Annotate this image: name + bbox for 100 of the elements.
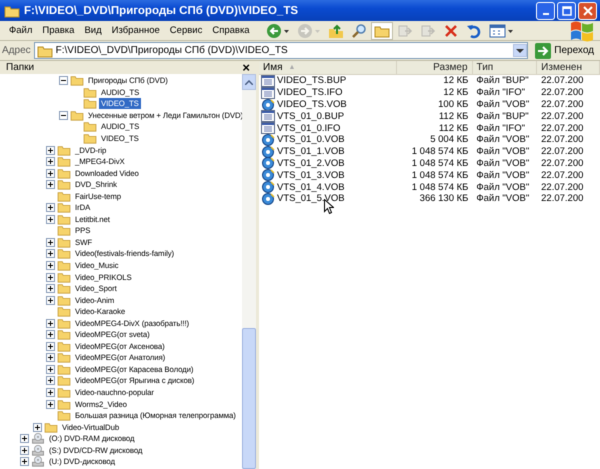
file-type-cell-text: Файл "VOB" — [475, 134, 530, 146]
file-type-cell-text: Файл "BUP" — [475, 110, 530, 122]
file-type-cell-text: Файл "VOB" — [475, 146, 530, 158]
minimize-button[interactable] — [536, 2, 555, 20]
close-button[interactable]: × — [242, 62, 250, 74]
file-date-cell-text: 22.07.200 — [540, 122, 584, 134]
menu-item[interactable]: Файл — [4, 25, 38, 36]
file-size-cell-text: 1 048 574 КБ — [410, 146, 470, 158]
file-date-cell-text: 22.07.200 — [540, 86, 584, 99]
file-size-cell-text: 12 КБ — [442, 75, 470, 87]
expand-icon[interactable] — [20, 446, 29, 455]
file-date-cell-text: 22.07.200 — [540, 98, 584, 110]
file-date-cell-text: 22.07.200 — [540, 192, 584, 205]
folder-icon — [36, 44, 53, 58]
expand-icon[interactable] — [46, 249, 55, 258]
menu-item[interactable]: Сервис — [164, 25, 208, 36]
file-type-cell-text: Файл "VOB" — [475, 192, 530, 205]
collapse-icon[interactable] — [59, 110, 68, 120]
file-date-cell-text: 22.07.200 — [540, 110, 584, 122]
expand-icon[interactable] — [46, 203, 55, 212]
menu-item[interactable]: Справка — [207, 25, 255, 36]
address-label: Адрес — [2, 45, 31, 56]
address-input[interactable]: F:\VIDEO\_DVD\Пригороды СПб (DVD)\VIDEO_TS — [52, 45, 514, 56]
expand-icon[interactable] — [46, 272, 55, 282]
close-button[interactable] — [578, 2, 597, 20]
expand-icon[interactable] — [20, 434, 29, 444]
file-date-cell-text: 22.07.200 — [540, 169, 584, 182]
address-field[interactable]: F:\VIDEO\_DVD\Пригороды СПб (DVD)\VIDEO_TS — [34, 42, 528, 59]
expand-icon[interactable] — [46, 364, 55, 374]
file-type-cell-text: Файл "VOB" — [475, 169, 530, 182]
file-date-cell-text: 22.07.200 — [540, 134, 584, 146]
file-name[interactable]: VIDEO_TS.VOB — [277, 98, 347, 110]
expand-icon[interactable] — [46, 296, 55, 305]
file-type-cell-text: Файл "IFO" — [475, 122, 526, 134]
file-size-cell-text: 366 130 КБ — [418, 192, 470, 205]
file-size-cell-text: 1 048 574 КБ — [410, 181, 470, 193]
column-header[interactable]: Размер — [433, 62, 468, 73]
file-type-cell-text: Файл "BUP" — [475, 75, 530, 87]
expand-icon[interactable] — [46, 168, 55, 178]
file-name[interactable]: VIDEO_TS.BUP — [277, 75, 346, 86]
file-size-cell-text: 5 004 КБ — [429, 134, 470, 146]
menu-item[interactable]: Вид — [79, 25, 107, 36]
scrollbar[interactable] — [242, 74, 256, 469]
column-header[interactable]: Имя — [263, 62, 282, 73]
expand-icon[interactable] — [46, 261, 55, 270]
file-date-cell-text: 22.07.200 — [540, 146, 584, 158]
expand-icon[interactable] — [46, 330, 55, 340]
file-name[interactable]: VTS_01_4.VOB — [277, 182, 345, 193]
folder-icon — [4, 4, 20, 18]
expand-icon[interactable] — [46, 180, 55, 190]
file-name[interactable]: VTS_01_5.VOB — [277, 193, 345, 204]
maximize-icon — [562, 6, 572, 16]
file-size-cell-text: 112 КБ — [438, 110, 470, 122]
collapse-icon[interactable] — [59, 76, 68, 86]
column-header[interactable]: Изменен — [541, 62, 582, 73]
expand-icon[interactable] — [46, 284, 55, 294]
windows-logo-icon — [568, 18, 596, 42]
expand-icon[interactable] — [46, 318, 55, 328]
file-type-cell-text: Файл "VOB" — [475, 181, 530, 193]
expand-icon[interactable] — [46, 238, 55, 247]
file-name[interactable]: VTS_01_0.VOB — [277, 134, 345, 146]
maximize-button[interactable] — [557, 2, 576, 20]
file-name[interactable]: VTS_01_0.BUP — [277, 110, 344, 122]
file-name[interactable]: VTS_01_1.VOB — [277, 146, 345, 158]
minimize-icon — [542, 12, 548, 14]
caret-icon — [516, 48, 524, 54]
file-date-cell-text: 22.07.200 — [540, 75, 584, 87]
file-date-cell-text: 22.07.200 — [540, 181, 584, 193]
expand-icon[interactable] — [33, 422, 42, 432]
dropdown-button[interactable] — [513, 44, 528, 57]
file-date-cell-text: 22.07.200 — [540, 158, 584, 170]
pane-title: Папки — [6, 62, 34, 73]
file-name[interactable]: VTS_01_2.VOB — [277, 158, 345, 169]
file-type-cell-text: Файл "IFO" — [475, 86, 526, 99]
menu-item[interactable]: Правка — [37, 25, 80, 36]
expand-icon[interactable] — [46, 146, 55, 155]
expand-icon[interactable] — [46, 342, 55, 351]
file-size-cell-text: 1 048 574 КБ — [410, 158, 470, 170]
window-title: F:\VIDEO\_DVD\Пригороды СПб (DVD)\VIDEO_TS — [24, 4, 300, 16]
file-size-cell-text: 112 КБ — [438, 122, 470, 134]
file-name[interactable]: VIDEO_TS.IFO — [277, 87, 342, 98]
file-size-cell-text: 100 КБ — [437, 98, 470, 110]
column-header[interactable]: Тип — [476, 62, 494, 73]
file-size-cell-text: 12 КБ — [442, 86, 470, 99]
go-button[interactable]: Переход — [531, 42, 598, 58]
menu-item[interactable]: Избранное — [106, 25, 165, 36]
folder-button[interactable] — [370, 22, 393, 40]
expand-icon[interactable] — [20, 457, 29, 466]
arrow-icon — [535, 42, 552, 58]
expand-icon[interactable] — [46, 214, 55, 224]
file-name[interactable]: VTS_01_0.IFO — [277, 122, 340, 134]
expand-icon[interactable] — [46, 400, 55, 409]
file-name[interactable]: VTS_01_3.VOB — [277, 170, 345, 181]
file-type-cell-text: Файл "VOB" — [475, 98, 530, 110]
expand-icon[interactable] — [46, 353, 55, 362]
expand-icon[interactable] — [46, 157, 55, 166]
file-type-cell-text: Файл "VOB" — [475, 158, 530, 170]
expand-icon[interactable] — [46, 388, 55, 398]
close-icon — [582, 6, 592, 16]
expand-icon[interactable] — [46, 376, 55, 386]
